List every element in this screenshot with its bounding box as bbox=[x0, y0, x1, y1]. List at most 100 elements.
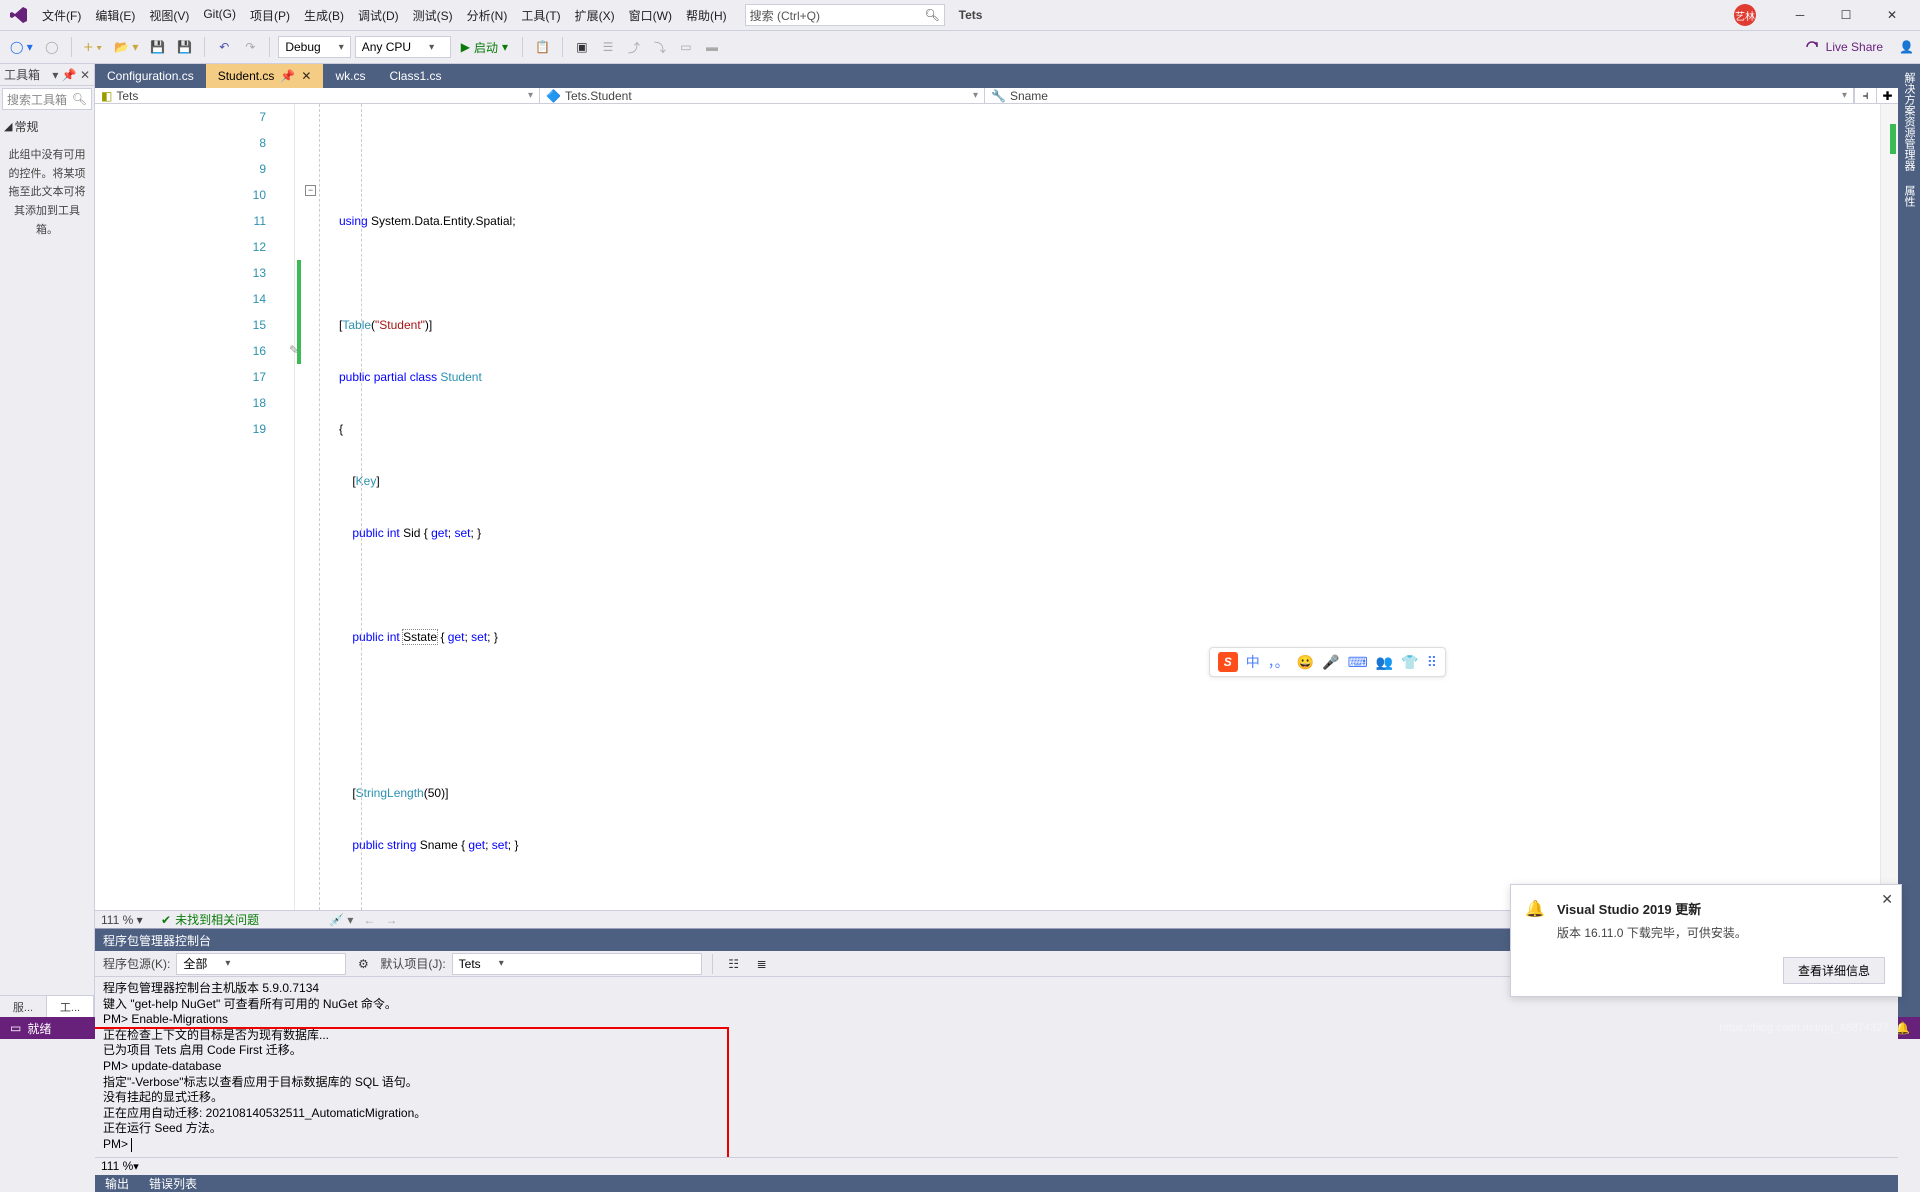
menu-edit[interactable]: 编辑(E) bbox=[89, 3, 141, 28]
nav-back-button[interactable]: ◯ ▾ bbox=[6, 36, 37, 58]
document-tabs: Configuration.cs Student.cs📌✕ wk.cs Clas… bbox=[95, 64, 1898, 88]
console-output[interactable]: 程序包管理器控制台主机版本 5.9.0.7134 键入 "get-help Nu… bbox=[95, 977, 1898, 1157]
menu-window[interactable]: 窗口(W) bbox=[623, 3, 678, 28]
nav-member[interactable]: 🔧Sname▾ bbox=[985, 88, 1854, 103]
console-btn1[interactable]: ☷ bbox=[723, 953, 745, 975]
watermark: https://blog.csdn.net/qq_46874327 bbox=[1720, 1022, 1889, 1034]
ime-grid[interactable]: ⠿ bbox=[1427, 654, 1437, 671]
menu-tools[interactable]: 工具(T) bbox=[515, 3, 566, 28]
nav-right-icon[interactable]: → bbox=[385, 913, 397, 927]
console-btn2[interactable]: ≣ bbox=[751, 953, 773, 975]
tb-icon-7[interactable]: ▬ bbox=[701, 36, 723, 58]
toolbox-search[interactable]: 搜索工具箱🔍︎ bbox=[2, 88, 92, 110]
tb-icon-6[interactable]: ▭ bbox=[675, 36, 697, 58]
vs-logo-icon bbox=[8, 4, 30, 26]
ime-voice[interactable]: 🎤 bbox=[1322, 654, 1339, 671]
tab-solution-explorer[interactable]: 解决方案资源管理器 bbox=[1901, 68, 1917, 175]
eyedrop-icon[interactable]: 💉 ▾ bbox=[329, 913, 353, 927]
tb-icon-5[interactable]: ⤵ bbox=[649, 36, 671, 58]
tb-icon-3[interactable]: ☰ bbox=[597, 36, 619, 58]
menu-help[interactable]: 帮助(H) bbox=[680, 3, 733, 28]
config-combo[interactable]: Debug▾ bbox=[278, 36, 350, 58]
menu-file[interactable]: 文件(F) bbox=[36, 3, 87, 28]
close-icon[interactable]: ✕ bbox=[301, 69, 311, 83]
tab-wk[interactable]: wk.cs bbox=[323, 64, 377, 88]
tab-student[interactable]: Student.cs📌✕ bbox=[206, 64, 324, 88]
tab-class1[interactable]: Class1.cs bbox=[377, 64, 453, 88]
save-all-button[interactable]: 💾 bbox=[173, 36, 196, 58]
bottom-tabs: 输出 错误列表 bbox=[95, 1175, 1898, 1192]
add-button[interactable]: ✚ bbox=[1876, 88, 1898, 103]
close-button[interactable]: ✕ bbox=[1872, 1, 1912, 29]
ime-lang[interactable]: 中 bbox=[1246, 652, 1260, 672]
menu-project[interactable]: 项目(P) bbox=[244, 3, 296, 28]
menu-build[interactable]: 生成(B) bbox=[298, 3, 350, 28]
minimize-button[interactable]: ─ bbox=[1780, 1, 1820, 29]
pin-icon[interactable]: ▾ 📌 ✕ bbox=[52, 68, 90, 82]
notif-close-icon[interactable]: ✕ bbox=[1881, 891, 1893, 908]
maximize-button[interactable]: ☐ bbox=[1826, 1, 1866, 29]
toolbox-panel: 工具箱 ▾ 📌 ✕ 搜索工具箱🔍︎ ◢ 常规 此组中没有可用的控件。将某项拖至此… bbox=[0, 64, 95, 1017]
console-zoom[interactable]: 111 % ▾ bbox=[95, 1157, 1898, 1175]
ime-punct[interactable]: ，。 bbox=[1268, 652, 1289, 672]
open-button[interactable]: 📂 ▾ bbox=[110, 36, 142, 58]
tab-configuration[interactable]: Configuration.cs bbox=[95, 64, 206, 88]
pin-icon[interactable]: 📌 bbox=[280, 69, 295, 83]
tab-server[interactable]: 服... bbox=[0, 996, 47, 1017]
platform-combo[interactable]: Any CPU▾ bbox=[355, 36, 451, 58]
undo-button[interactable]: ↶ bbox=[213, 36, 235, 58]
tab-output[interactable]: 输出 bbox=[95, 1175, 139, 1192]
right-dock: 解决方案资源管理器 属性 bbox=[1898, 64, 1920, 1017]
console-cursor bbox=[131, 1138, 132, 1152]
save-button[interactable]: 💾 bbox=[146, 36, 169, 58]
ime-emoji[interactable]: 😀 bbox=[1297, 654, 1314, 671]
menu-analyze[interactable]: 分析(N) bbox=[461, 3, 514, 28]
ime-people[interactable]: 👕 bbox=[1401, 654, 1418, 671]
code-editor[interactable]: 78910111213141516171819 − ✎ using System… bbox=[95, 104, 1898, 910]
update-notification: ✕ 🔔 Visual Studio 2019 更新 版本 16.11.0 下载完… bbox=[1510, 884, 1902, 997]
tb-icon-1[interactable]: 📋 bbox=[531, 36, 554, 58]
start-debug-button[interactable]: ▶ 启动 ▾ bbox=[455, 39, 514, 56]
code-body[interactable]: using System.Data.Entity.Spatial; [Table… bbox=[321, 104, 1880, 910]
notif-details-button[interactable]: 查看详细信息 bbox=[1783, 957, 1885, 984]
default-proj-label: 默认项目(J): bbox=[380, 955, 445, 972]
tb-icon-4[interactable]: ⤴ bbox=[623, 36, 645, 58]
pkg-source-combo[interactable]: 全部▾ bbox=[176, 953, 346, 975]
bell-icon: 🔔 bbox=[1525, 899, 1545, 919]
redo-button[interactable]: ↷ bbox=[239, 36, 261, 58]
nav-project[interactable]: ◧Tets▾ bbox=[95, 88, 540, 103]
issues-indicator[interactable]: ✔ 未找到相关问题 bbox=[161, 911, 259, 928]
nav-combos: ◧Tets▾ 🔷Tets.Student▾ 🔧Sname▾ ⫞ ✚ bbox=[95, 88, 1898, 104]
main-menu: 文件(F) 编辑(E) 视图(V) Git(G) 项目(P) 生成(B) 调试(… bbox=[36, 3, 733, 28]
tab-properties[interactable]: 属性 bbox=[1901, 181, 1917, 211]
left-bottom-tabs: 服... 工... bbox=[0, 995, 94, 1017]
split-button[interactable]: ⫞ bbox=[1854, 88, 1876, 103]
toolbox-category[interactable]: ◢ 常规 bbox=[4, 116, 90, 138]
tb-icon-2[interactable]: ▣ bbox=[571, 36, 593, 58]
notif-body: 版本 16.11.0 下载完毕，可供安装。 bbox=[1557, 924, 1885, 941]
settings-icon[interactable]: ⚙ bbox=[352, 953, 374, 975]
menu-debug[interactable]: 调试(D) bbox=[352, 3, 405, 28]
menu-extensions[interactable]: 扩展(X) bbox=[569, 3, 621, 28]
window-controls: 艺林 ─ ☐ ✕ bbox=[1734, 1, 1912, 29]
nav-class[interactable]: 🔷Tets.Student▾ bbox=[540, 88, 985, 103]
tab-errors[interactable]: 错误列表 bbox=[139, 1175, 207, 1192]
tab-toolbox[interactable]: 工... bbox=[47, 996, 94, 1017]
zoom-level[interactable]: 111 % ▾ bbox=[101, 913, 151, 927]
user-avatar[interactable]: 艺林 bbox=[1734, 4, 1756, 26]
ime-skin[interactable]: 👥 bbox=[1376, 654, 1393, 671]
nav-fwd-button[interactable]: ◯ bbox=[41, 36, 63, 58]
live-share-button[interactable]: Live Share 👤 bbox=[1804, 39, 1914, 55]
default-proj-combo[interactable]: Tets▾ bbox=[452, 953, 702, 975]
ime-keyboard[interactable]: ⌨ bbox=[1348, 654, 1368, 671]
new-project-button[interactable]: 🞤 ▾ bbox=[80, 36, 106, 58]
menu-git[interactable]: Git(G) bbox=[197, 3, 242, 28]
ime-toolbar[interactable]: S 中 ，。 😀 🎤 ⌨ 👥 👕 ⠿ bbox=[1209, 647, 1446, 677]
menu-test[interactable]: 测试(S) bbox=[407, 3, 459, 28]
editor-scrollbar[interactable] bbox=[1880, 104, 1898, 910]
nav-left-icon[interactable]: ← bbox=[363, 913, 375, 927]
menu-view[interactable]: 视图(V) bbox=[143, 3, 195, 28]
global-search[interactable]: 搜索 (Ctrl+Q) 🔍︎ bbox=[745, 4, 945, 26]
app-title: Tets bbox=[959, 8, 983, 22]
sogou-logo-icon: S bbox=[1218, 652, 1238, 672]
